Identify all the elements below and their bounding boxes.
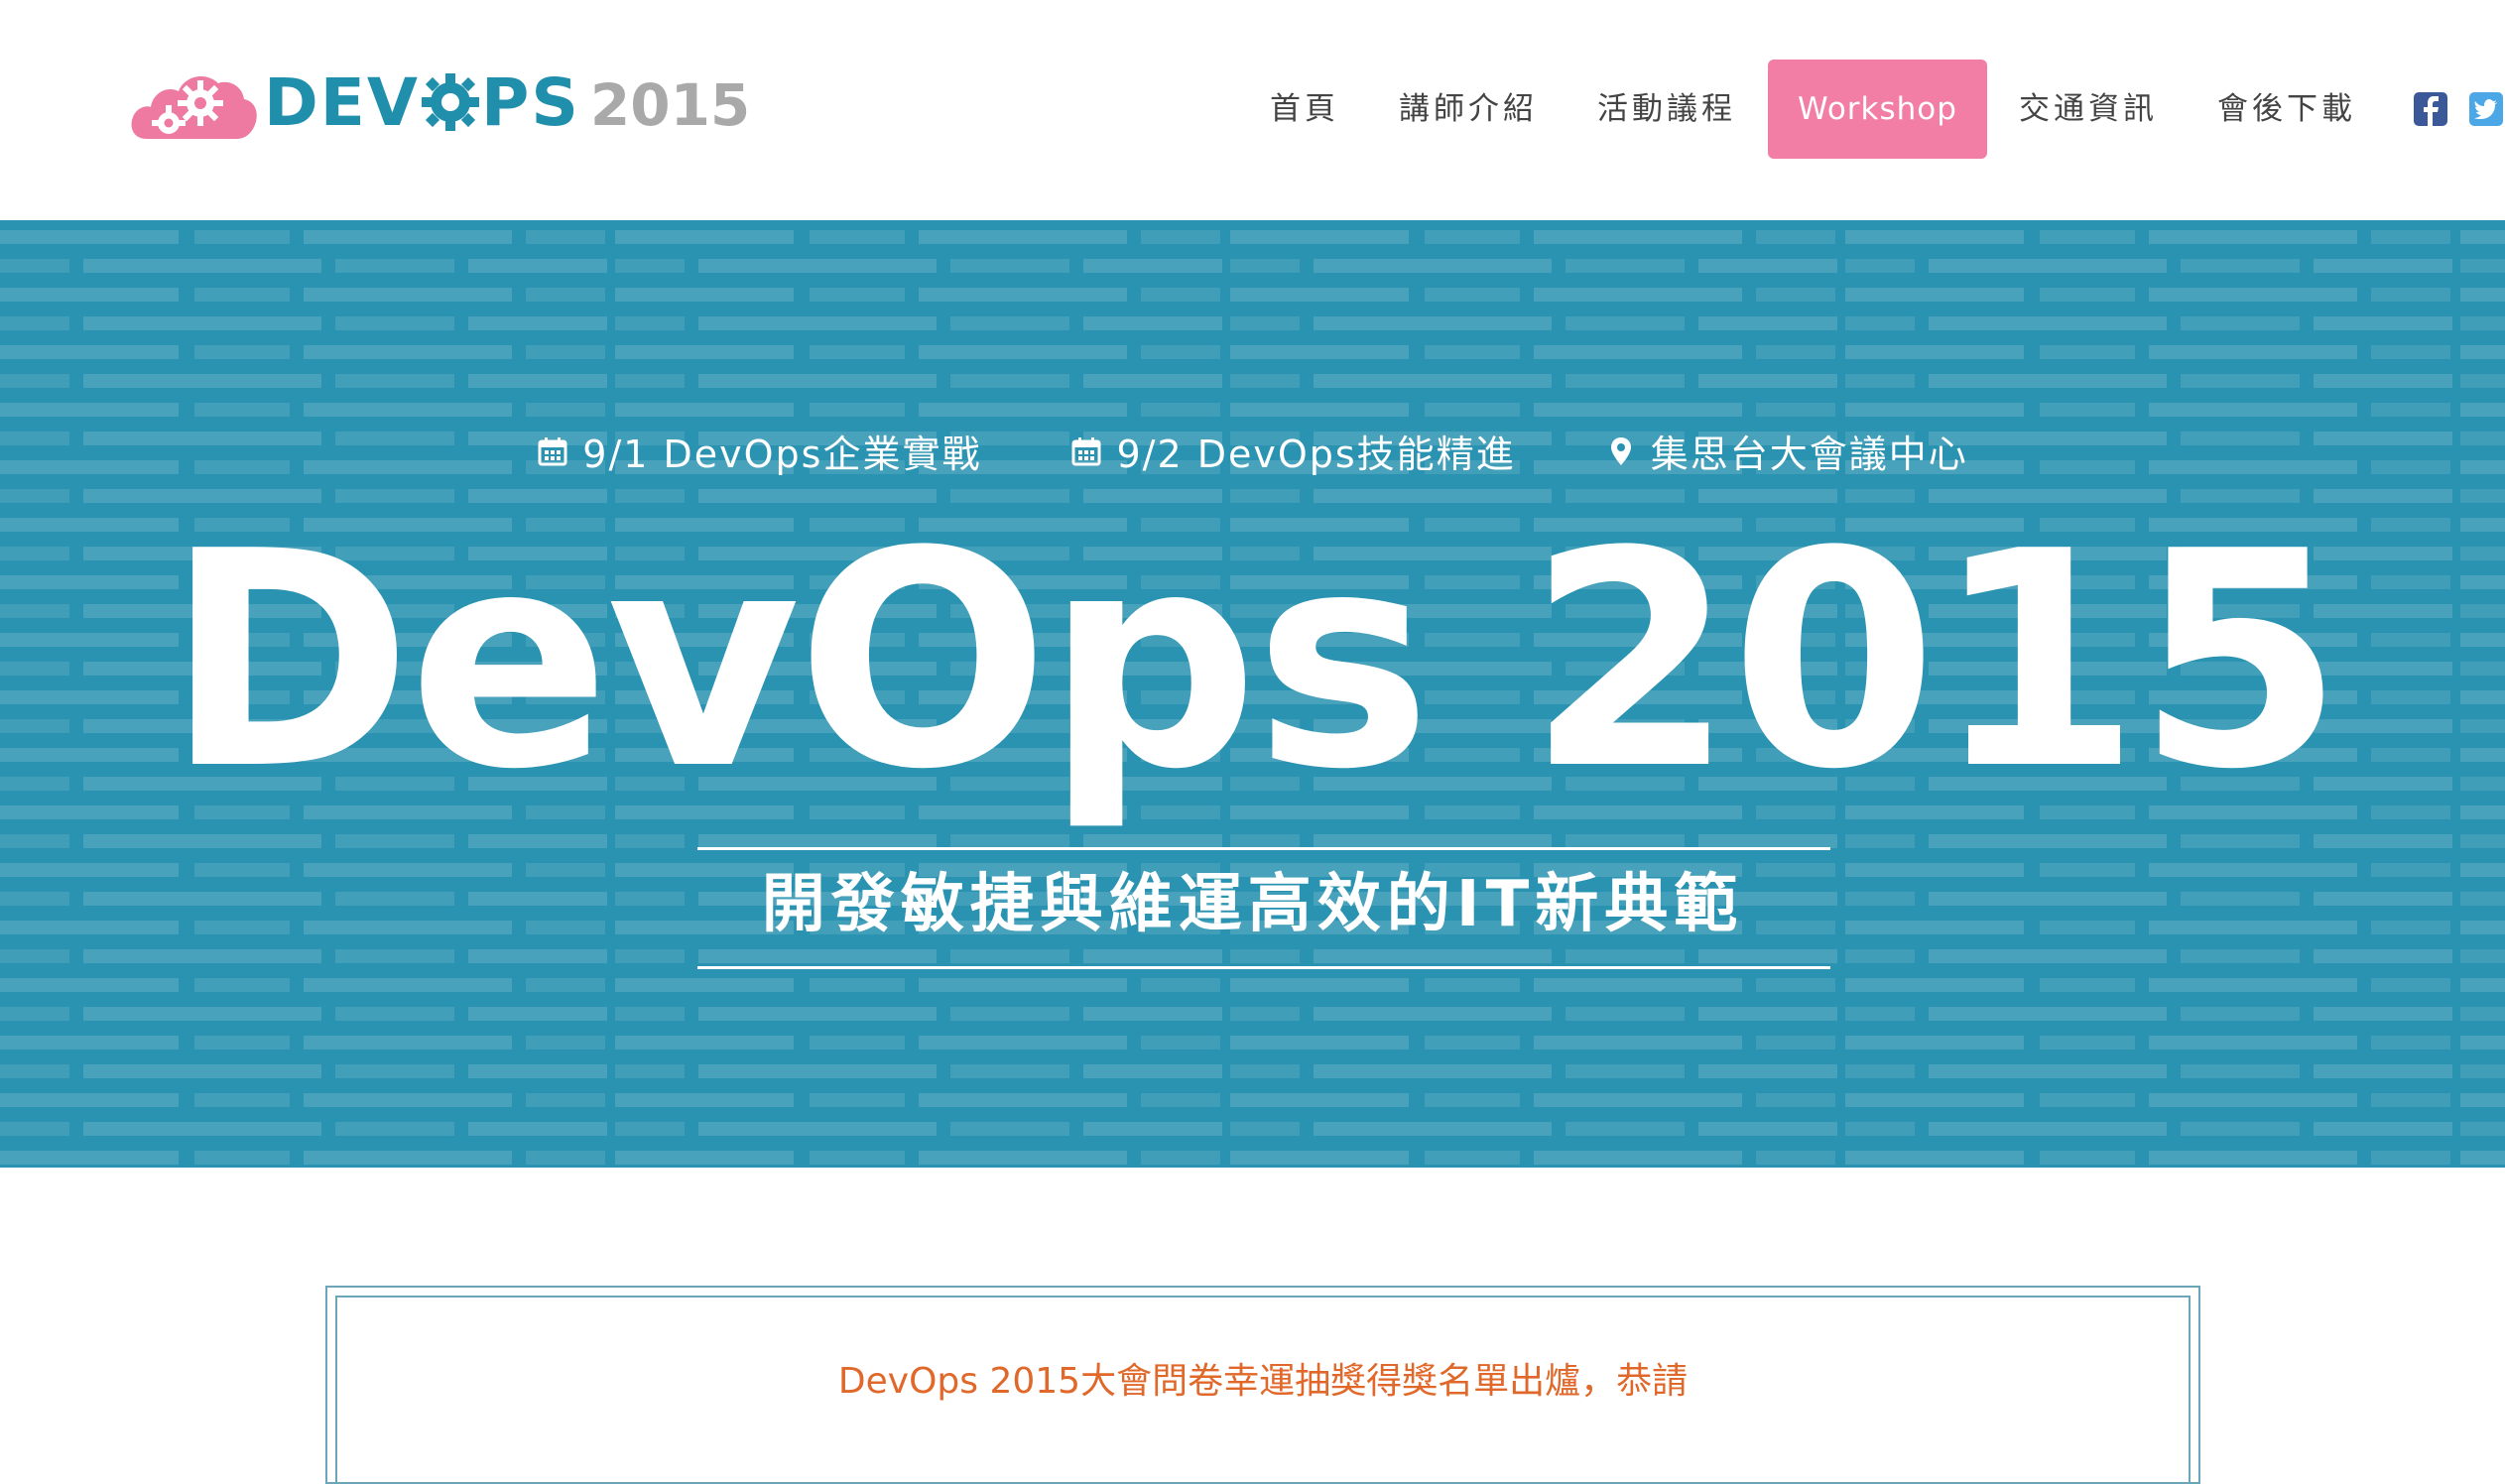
announcement-inner-frame: DevOps 2015大會問卷幸運抽獎得獎名單出爐，恭請 [335,1296,2191,1482]
event-day-2-text: 9/2 DevOps技能精進 [1116,433,1516,476]
announcement-link[interactable]: DevOps 2015大會問卷幸運抽獎得獎名單出爐，恭請 [337,1352,2189,1404]
event-venue: 集思台大會議中心 [1605,424,1968,478]
event-venue-text: 集思台大會議中心 [1650,433,1968,476]
event-day-1: 9/1 DevOps企業實戰 [537,424,981,478]
event-day-1-text: 9/1 DevOps企業實戰 [582,433,982,476]
logo-wordmark: DEV PS 2015 [264,64,750,141]
site-logo[interactable]: DEV PS 2015 [129,58,750,147]
calendar-icon [538,436,567,465]
hero-subtitle: 開發敏捷與維運高效的IT新典範 [761,868,1744,941]
map-marker-icon [1610,436,1631,465]
hero-banner: 9/1 DevOps企業實戰 9/2 DevOps技能精進 集思台大會議中心 D… [0,220,2505,1168]
nav-home[interactable]: 首頁 [1240,60,1369,159]
nav-downloads[interactable]: 會後下載 [2188,60,2386,159]
gear-icon [421,72,479,131]
calendar-icon [1071,436,1101,465]
social-links [2413,92,2505,126]
announcement-box: DevOps 2015大會問卷幸運抽獎得獎名單出爐，恭請 [325,1286,2200,1484]
twitter-icon[interactable] [2468,92,2503,126]
event-day-2: 9/2 DevOps技能精進 [1070,424,1515,478]
event-info-bar: 9/1 DevOps企業實戰 9/2 DevOps技能精進 集思台大會議中心 [0,424,2505,478]
hero-title: DevOps 2015 [165,488,2344,834]
logo-dev-text: DEV [264,63,420,141]
facebook-icon[interactable] [2413,92,2447,126]
nav-agenda[interactable]: 活動議程 [1567,60,1766,159]
nav-workshop[interactable]: Workshop [1768,60,1987,159]
logo-ps-text: PS [480,63,580,141]
cloud-gears-icon [131,76,257,139]
logo-year-text: 2015 [589,70,751,139]
hero-divider-top [697,847,1830,850]
nav-speakers[interactable]: 講師介紹 [1369,60,1567,159]
nav-transportation[interactable]: 交通資訊 [1989,60,2188,159]
main-nav: 首頁 講師介紹 活動議程 Workshop 交通資訊 會後下載 [1240,60,2505,159]
site-header: DEV PS 2015 首頁 講師介紹 活動議程 Workshop 交通資訊 會… [0,0,2505,220]
hero-divider-bottom [697,966,1830,969]
